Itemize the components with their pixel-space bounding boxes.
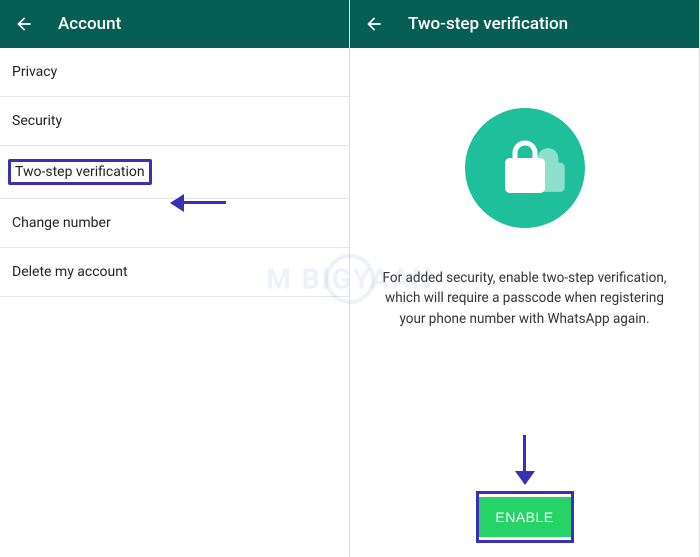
back-icon[interactable] — [14, 14, 34, 34]
annotation-arrow-icon — [515, 435, 535, 485]
header-bar: Account — [0, 0, 349, 48]
lock-icon — [465, 108, 585, 228]
settings-item-delete-account[interactable]: Delete my account — [0, 248, 349, 297]
annotation-arrow-icon — [170, 192, 230, 212]
settings-list: Privacy Security Two-step verification C… — [0, 48, 349, 557]
description-text: For added security, enable two-step veri… — [350, 268, 699, 329]
account-settings-screen: Account Privacy Security Two-step verifi… — [0, 0, 350, 557]
two-step-verification-screen: Two-step verification For added security… — [350, 0, 700, 557]
enable-button[interactable]: ENABLE — [477, 497, 571, 537]
settings-item-security[interactable]: Security — [0, 97, 349, 146]
content-body: For added security, enable two-step veri… — [350, 48, 699, 557]
highlight-annotation: Two-step verification — [8, 159, 152, 185]
back-icon[interactable] — [364, 14, 384, 34]
header-bar: Two-step verification — [350, 0, 699, 48]
page-title: Two-step verification — [408, 14, 568, 34]
settings-item-label: Two-step verification — [15, 164, 145, 180]
page-title: Account — [58, 14, 121, 34]
settings-item-privacy[interactable]: Privacy — [0, 48, 349, 97]
